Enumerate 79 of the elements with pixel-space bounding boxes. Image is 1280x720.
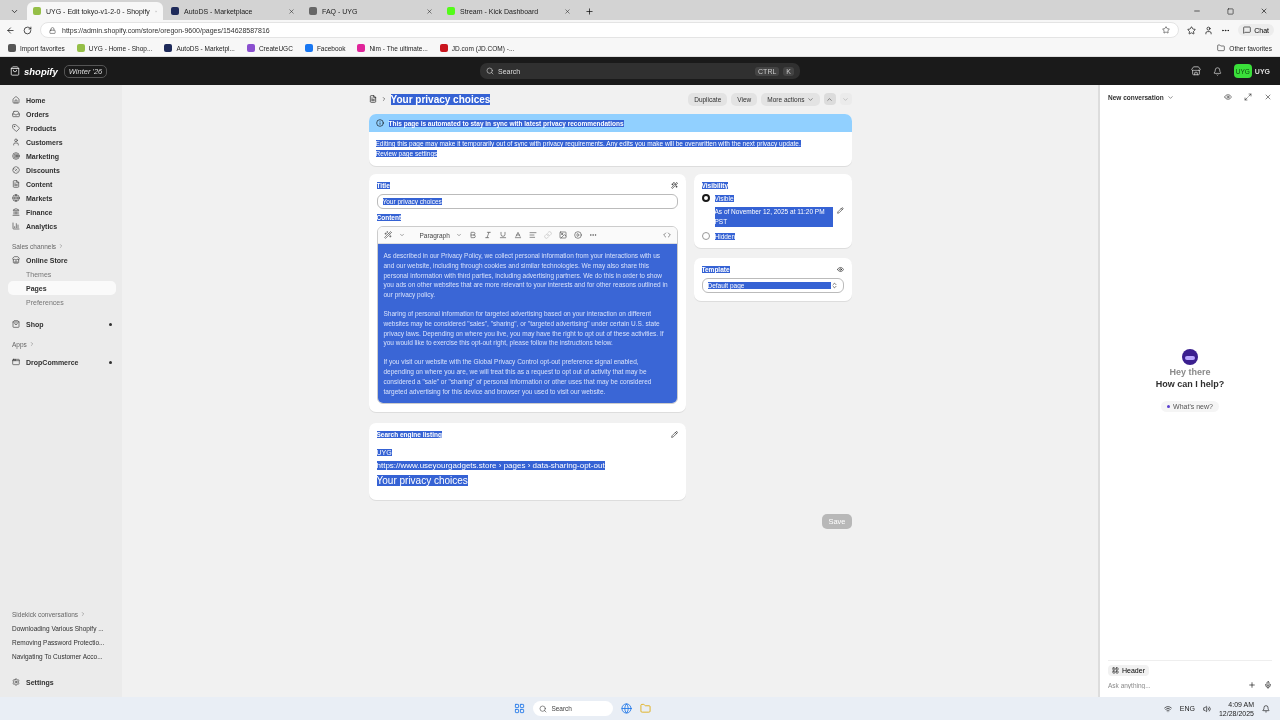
percent-icon	[12, 166, 20, 174]
bank-icon	[12, 208, 20, 216]
italic-icon	[483, 231, 492, 239]
chevron-icon	[80, 611, 87, 617]
caret-icon	[398, 232, 405, 238]
chevron-up-icon	[826, 95, 833, 103]
page-title: Your privacy choices	[390, 93, 491, 105]
shopify-logo: shopify	[24, 65, 58, 77]
page-icon	[368, 95, 377, 103]
wifi-icon	[1163, 704, 1172, 713]
lock-icon	[49, 26, 56, 34]
toggle-icon	[1224, 93, 1232, 101]
greeting-text: Hey there	[1169, 367, 1211, 377]
code-icon	[662, 231, 671, 239]
notification-icon	[1262, 704, 1270, 713]
previous-button[interactable]	[823, 93, 836, 105]
more-icon	[588, 231, 597, 239]
caret-icon	[455, 232, 462, 238]
star-icon	[1162, 26, 1171, 34]
search-icon	[539, 704, 548, 713]
pencil-icon	[836, 207, 844, 214]
store-icon	[1190, 66, 1201, 76]
magic-icon	[670, 182, 678, 189]
volume-icon	[1202, 704, 1211, 713]
bold-icon	[468, 231, 477, 239]
bar-chart-icon	[12, 222, 20, 230]
app-window-icon	[12, 358, 20, 366]
radio-button[interactable]	[701, 194, 710, 202]
folder-icon	[640, 703, 652, 714]
help-heading: How can I help?	[1155, 379, 1225, 389]
underline-icon	[498, 231, 507, 239]
folder-icon	[1217, 44, 1226, 52]
document-icon	[12, 180, 20, 188]
caret-icon	[806, 95, 814, 103]
eye-icon	[836, 266, 844, 273]
image-icon	[558, 231, 567, 239]
start-icon	[514, 703, 526, 714]
chevron-down-icon	[842, 95, 849, 103]
person-icon	[12, 138, 20, 146]
inbox-icon	[12, 110, 20, 118]
bag-icon	[12, 320, 20, 328]
store-icon	[12, 256, 20, 264]
target-icon	[12, 152, 20, 160]
chevron-icon	[380, 96, 387, 102]
tag-icon	[12, 124, 20, 132]
text-color-icon	[513, 231, 522, 239]
link-icon	[543, 231, 552, 239]
browser-icon	[621, 703, 633, 714]
video-icon	[573, 231, 582, 239]
pencil-icon	[670, 431, 678, 439]
globe-icon	[12, 194, 20, 202]
seo-title: Your privacy choices	[376, 475, 468, 487]
back-icon	[6, 25, 15, 35]
expand-icon	[1244, 93, 1252, 101]
select-arrows-icon	[830, 282, 838, 289]
chat-icon	[1243, 26, 1252, 34]
settings-icon	[12, 678, 20, 686]
chevron-icon	[28, 341, 35, 347]
profile-icon	[1204, 25, 1214, 35]
add-icon	[1248, 681, 1256, 689]
home-icon	[12, 96, 20, 104]
mic-icon	[1264, 681, 1272, 689]
minimize-icon	[1193, 7, 1201, 15]
tab-list-icon	[10, 7, 19, 16]
assistant-avatar-icon	[1182, 349, 1198, 365]
info-icon	[375, 119, 384, 127]
chevron-icon	[58, 243, 65, 249]
seo-url: https://www.useyourgadgets.store › pages › data-sharing-opt-out	[376, 461, 605, 471]
reload-icon	[23, 25, 32, 35]
align-icon	[528, 231, 537, 239]
favorites-icon	[1187, 25, 1197, 35]
context-icon	[1112, 667, 1119, 674]
bell-icon	[1212, 66, 1222, 76]
maximize-icon	[1227, 8, 1234, 15]
new-tab-icon	[585, 7, 594, 16]
magic-icon	[383, 231, 392, 239]
caret-icon	[1166, 93, 1174, 101]
bag-icon	[10, 66, 20, 76]
search-icon	[486, 67, 494, 75]
